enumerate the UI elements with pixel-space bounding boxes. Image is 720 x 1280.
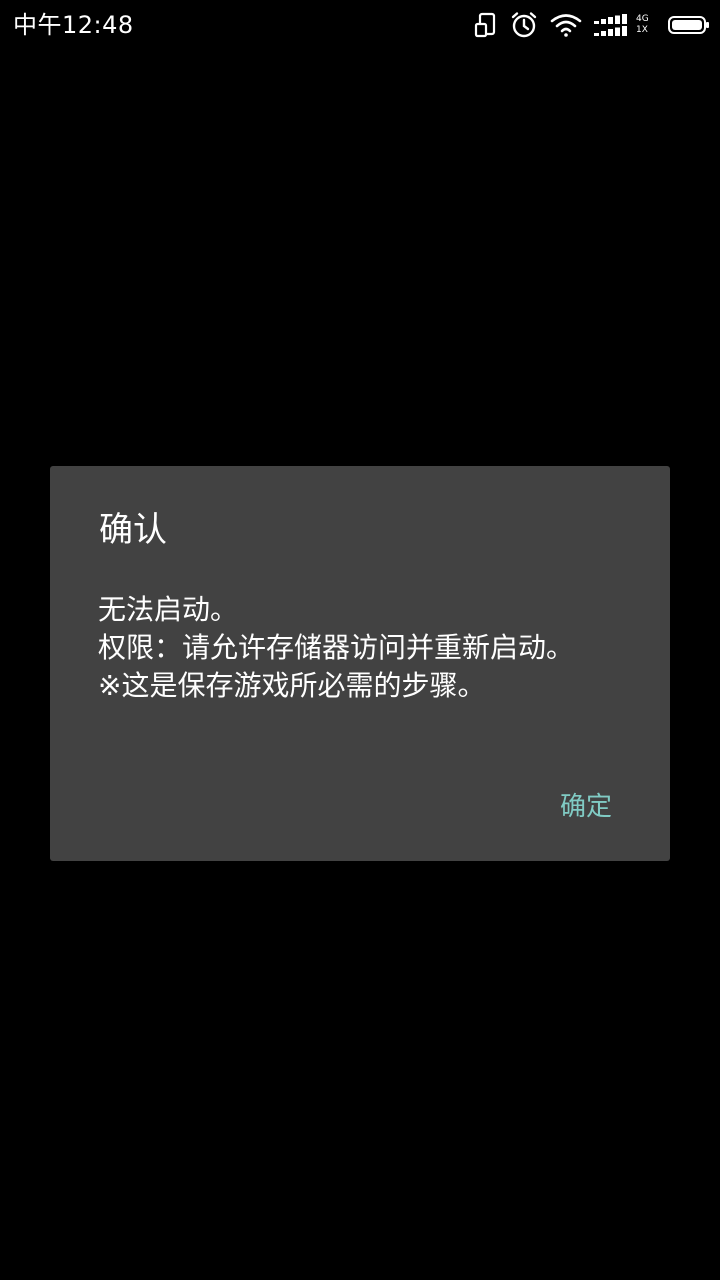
screen-rotation-icon xyxy=(474,9,502,41)
status-icons: 4G 1X xyxy=(474,9,710,41)
network-type-top: 4G xyxy=(636,14,649,24)
confirm-dialog: 确认 无法启动。 权限：请允许存储器访问并重新启动。 ※这是保存游戏所必需的步骤… xyxy=(50,466,670,861)
alarm-clock-icon xyxy=(510,9,540,41)
battery-icon xyxy=(668,9,710,41)
dialog-message: 无法启动。 权限：请允许存储器访问并重新启动。 ※这是保存游戏所必需的步骤。 xyxy=(98,593,575,702)
confirm-button[interactable]: 确定 xyxy=(560,782,612,832)
network-type-label: 4G 1X xyxy=(636,14,656,36)
dialog-title: 确认 xyxy=(99,510,167,550)
network-type-bottom: 1X xyxy=(636,25,648,35)
signal-strength-icon xyxy=(594,9,634,41)
status-time: 中午12:48 xyxy=(13,11,134,39)
wifi-icon xyxy=(550,9,584,41)
status-bar: 中午12:48 4G 1X xyxy=(0,0,720,50)
screen: 中午12:48 4G 1X 确认 无法启动。 权限：请允许存储器访问并重新启动。… xyxy=(0,0,720,1280)
